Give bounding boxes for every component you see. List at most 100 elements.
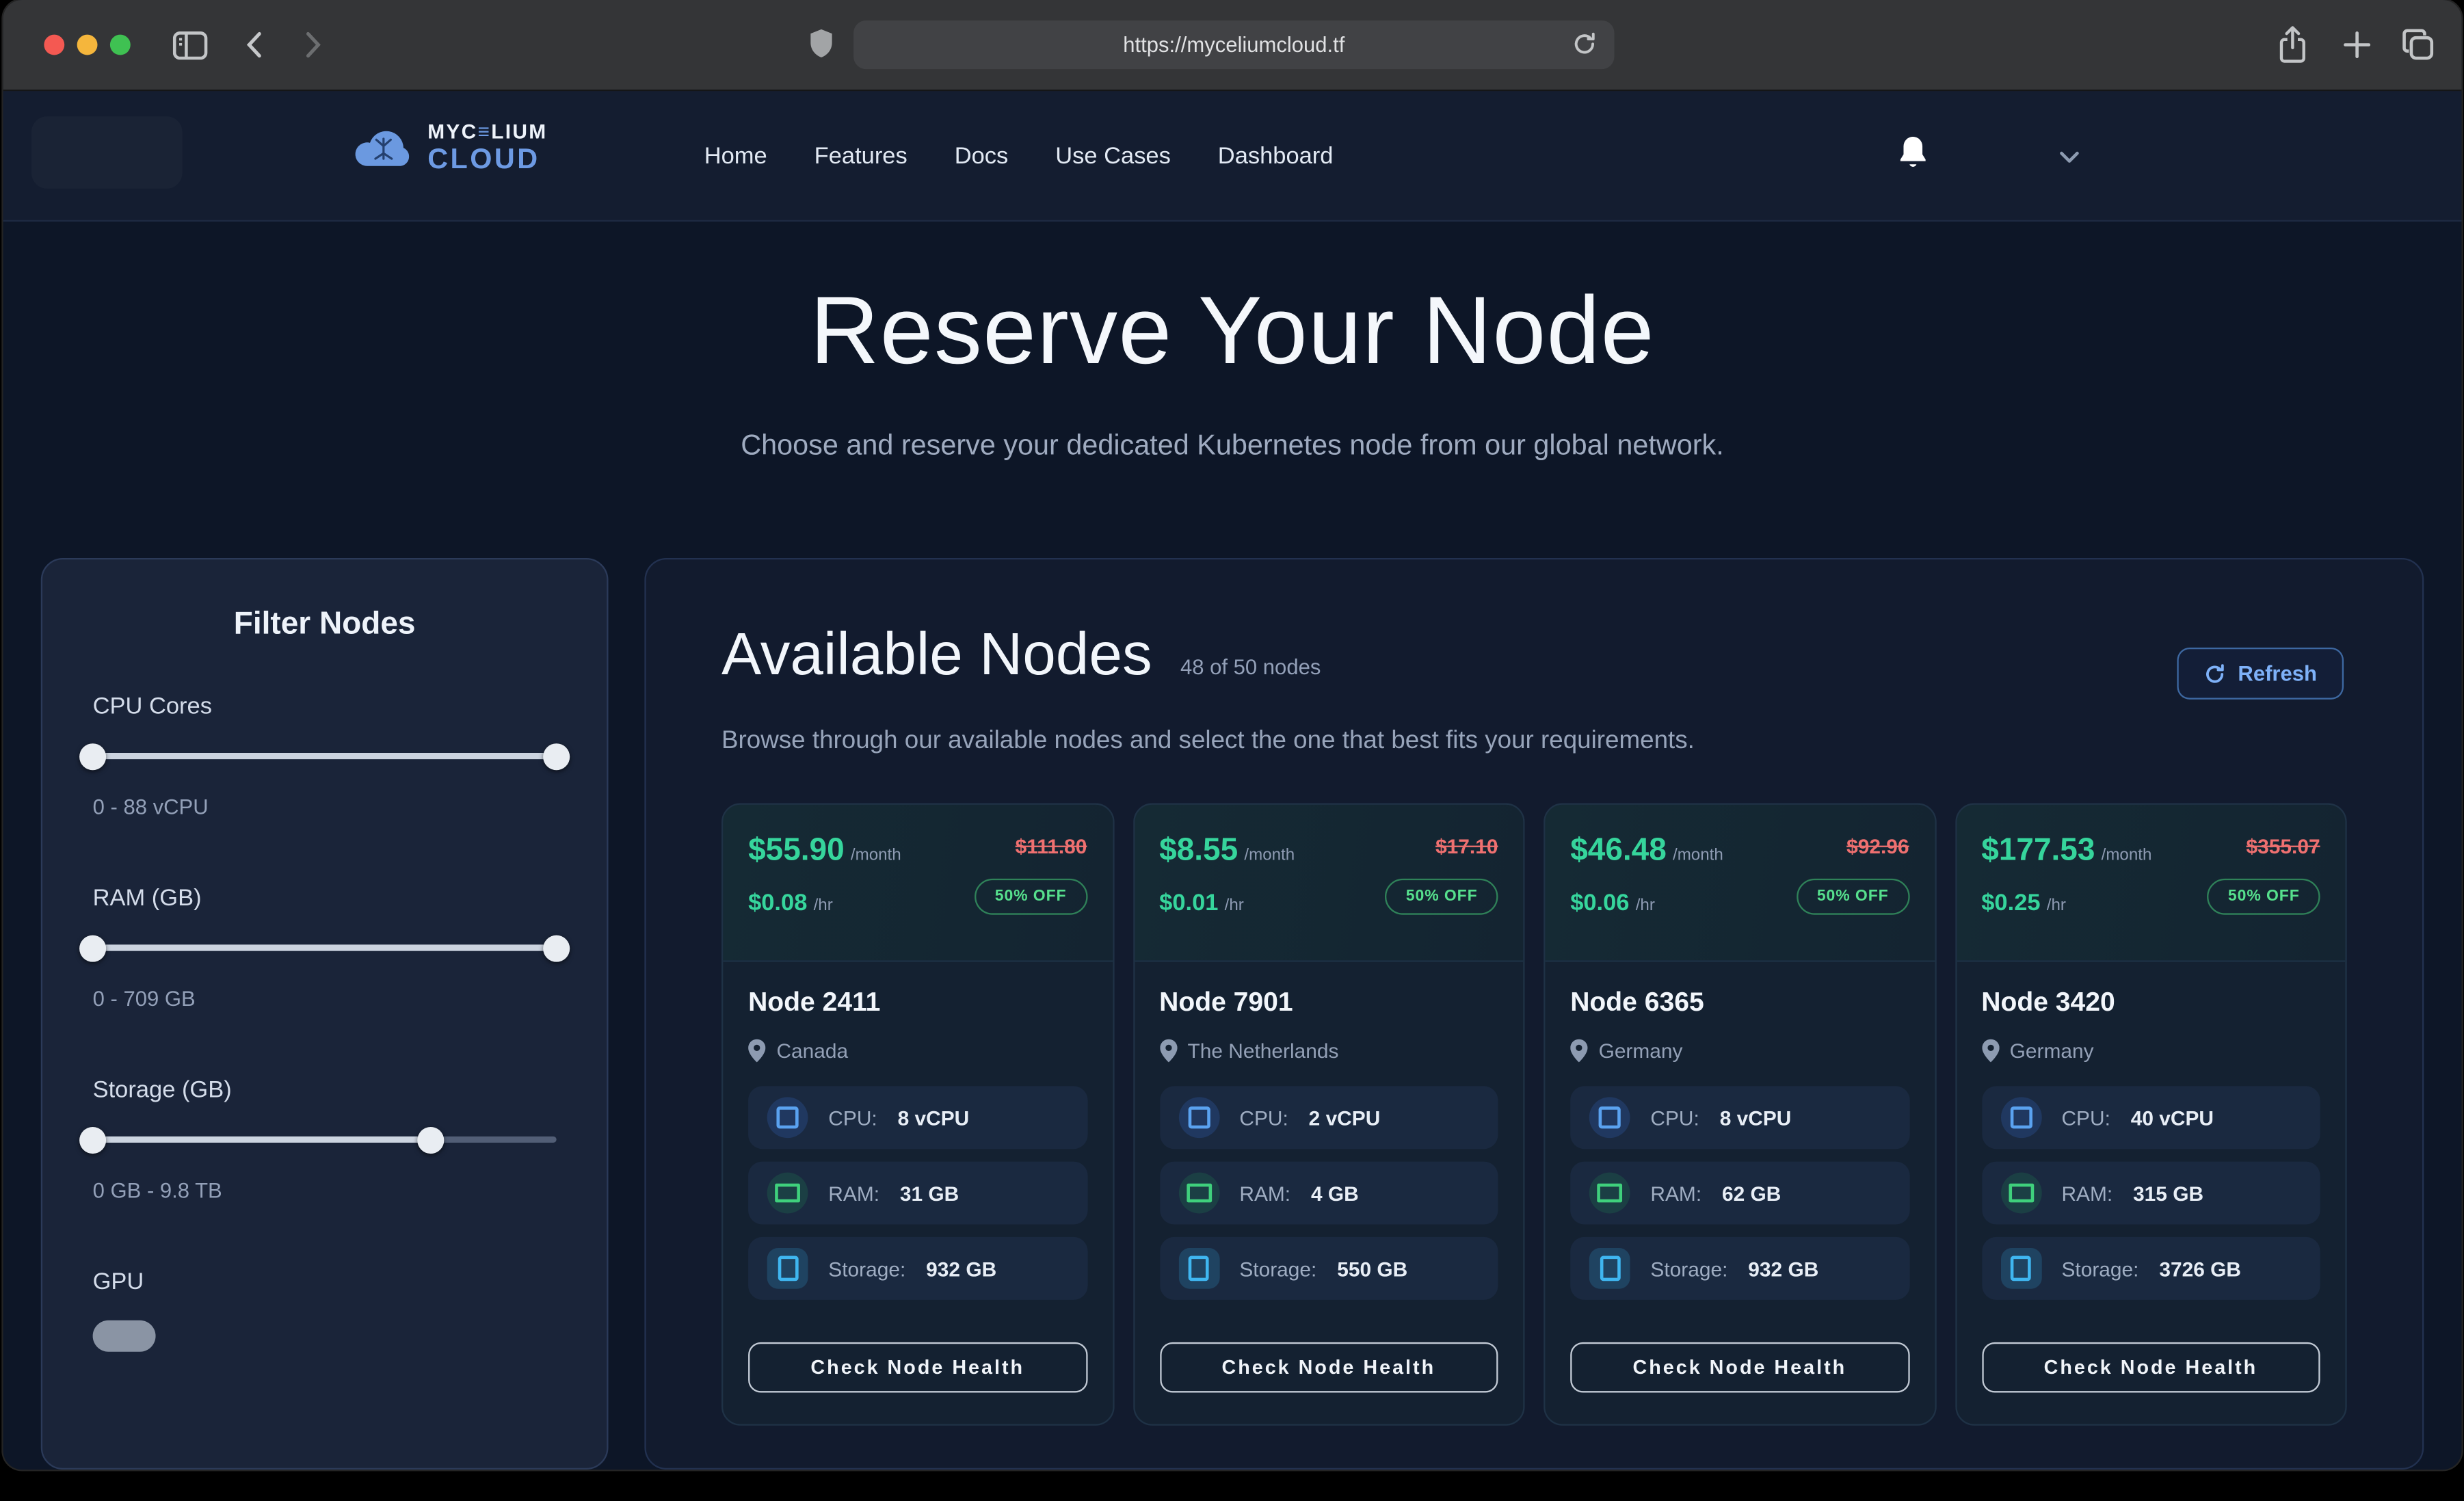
node-card[interactable]: $177.53/month $0.25/hr $355.07 50% OFF N… — [1955, 803, 2346, 1426]
forward-icon[interactable] — [305, 31, 322, 58]
reload-icon[interactable] — [1572, 31, 1598, 57]
page-title: Reserve Your Node — [3, 275, 2462, 385]
sidebar-icon[interactable] — [173, 31, 208, 59]
filter-label: CPU Cores — [93, 693, 557, 720]
available-nodes-panel: Available Nodes 48 of 50 nodes Refresh B… — [644, 558, 2424, 1470]
browser-window: https://myceliumcloud.tf — [3, 0, 2462, 1470]
bell-icon[interactable] — [1899, 137, 1927, 170]
slider-handle-max[interactable] — [543, 743, 570, 770]
check-node-health-button[interactable]: Check Node Health — [1159, 1342, 1498, 1393]
spec-value: 550 GB — [1337, 1257, 1407, 1280]
per-month-label: /month — [851, 846, 901, 865]
node-name: Node 2411 — [748, 987, 1087, 1018]
node-location: The Netherlands — [1159, 1039, 1498, 1062]
spec-label: CPU: — [1239, 1106, 1288, 1129]
price-hour: $0.25 — [1981, 890, 2040, 916]
node-name: Node 7901 — [1159, 987, 1498, 1018]
address-bar[interactable]: https://myceliumcloud.tf — [853, 21, 1614, 69]
share-icon[interactable] — [2278, 25, 2308, 64]
slider-handle-max[interactable] — [418, 1127, 445, 1154]
check-node-health-button[interactable]: Check Node Health — [1981, 1342, 2320, 1393]
storage-icon — [1178, 1248, 1219, 1289]
nav-link-dashboard[interactable]: Dashboard — [1218, 142, 1334, 169]
filter-group: Storage (GB) 0 GB - 9.8 TB — [93, 1076, 557, 1202]
page-subtitle: Choose and reserve your dedicated Kubern… — [3, 429, 2462, 462]
shield-icon[interactable] — [808, 27, 834, 62]
slider-handle-min[interactable] — [79, 1127, 106, 1154]
filter-group: CPU Cores 0 - 88 vCPU — [93, 693, 557, 819]
nav-link-home[interactable]: Home — [704, 142, 767, 169]
spec-row: Storage: 932 GB — [748, 1237, 1087, 1300]
minimize-window-button[interactable] — [77, 35, 98, 55]
new-tab-icon[interactable] — [2344, 31, 2370, 58]
slider-handle-max[interactable] — [543, 935, 570, 962]
spec-value: 31 GB — [900, 1181, 959, 1204]
filter-label: RAM (GB) — [93, 885, 557, 912]
spec-value: 315 GB — [2133, 1181, 2203, 1204]
location-text: Germany — [2010, 1039, 2094, 1062]
back-icon[interactable] — [246, 31, 263, 58]
gpu-toggle[interactable] — [93, 1320, 156, 1352]
slider-handle-min[interactable] — [79, 743, 106, 770]
range-slider[interactable] — [93, 1126, 557, 1154]
user-menu-chevron-down-icon[interactable] — [2059, 151, 2080, 163]
spec-value: 8 vCPU — [898, 1106, 970, 1129]
spec-label: RAM: — [1239, 1181, 1290, 1204]
cpu-icon — [1589, 1097, 1630, 1138]
spec-label: RAM: — [828, 1181, 879, 1204]
spec-row: RAM: 4 GB — [1159, 1162, 1498, 1225]
spec-value: 932 GB — [926, 1257, 996, 1280]
filter-range-text: 0 - 709 GB — [93, 987, 557, 1010]
filter-groups: CPU Cores 0 - 88 vCPU RAM (GB) — [93, 693, 557, 1203]
per-hour-label: /hr — [1225, 896, 1244, 915]
spec-label: Storage: — [828, 1257, 905, 1280]
close-window-button[interactable] — [44, 35, 64, 55]
ram-icon — [1589, 1173, 1630, 1214]
spec-label: RAM: — [1650, 1181, 1701, 1204]
nav-link-docs[interactable]: Docs — [955, 142, 1009, 169]
spec-label: CPU: — [2061, 1106, 2110, 1129]
node-specs: CPU: 8 vCPU RAM: 62 GB Storage: 932 GB — [1570, 1086, 1909, 1300]
refresh-button[interactable]: Refresh — [2177, 648, 2344, 700]
refresh-label: Refresh — [2238, 662, 2317, 685]
price-hour: $0.08 — [748, 890, 807, 916]
range-slider[interactable] — [93, 933, 557, 961]
slider-handle-min[interactable] — [79, 935, 106, 962]
spec-row: CPU: 40 vCPU — [1981, 1086, 2320, 1149]
node-specs: CPU: 8 vCPU RAM: 31 GB Storage: 932 GB — [748, 1086, 1087, 1300]
per-month-label: /month — [2102, 846, 2152, 865]
discount-badge: 50% OFF — [975, 879, 1087, 915]
cpu-icon — [767, 1097, 808, 1138]
nodes-title: Available Nodes — [721, 622, 1152, 690]
node-specs: CPU: 40 vCPU RAM: 315 GB Storage: 3726 G… — [1981, 1086, 2320, 1300]
nodes-subtitle: Browse through our available nodes and s… — [721, 728, 2347, 756]
filter-range-text: 0 GB - 9.8 TB — [93, 1179, 557, 1202]
check-node-health-button[interactable]: Check Node Health — [748, 1342, 1087, 1393]
check-node-health-button[interactable]: Check Node Health — [1570, 1342, 1909, 1393]
nav-link-use-cases[interactable]: Use Cases — [1055, 142, 1171, 169]
node-card-body: Node 7901 The Netherlands CPU: — [1134, 962, 1523, 1424]
discount-badge: 50% OFF — [2208, 879, 2320, 915]
node-card[interactable]: $46.48/month $0.06/hr $92.96 50% OFF Nod… — [1544, 803, 1935, 1426]
per-month-label: /month — [1244, 846, 1295, 865]
price-hour: $0.01 — [1159, 890, 1218, 916]
spec-row: RAM: 31 GB — [748, 1162, 1087, 1225]
zoom-window-button[interactable] — [110, 35, 131, 55]
brand-logo[interactable]: MYC≡LIUM CLOUD — [354, 121, 547, 173]
node-card[interactable]: $8.55/month $0.01/hr $17.10 50% OFF Node… — [1132, 803, 1524, 1426]
range-slider[interactable] — [93, 742, 557, 770]
node-card[interactable]: $55.90/month $0.08/hr $111.80 50% OFF No… — [721, 803, 1113, 1426]
main-content: Filter Nodes CPU Cores 0 - 88 vCPU — [41, 558, 2424, 1470]
node-card-body: Node 2411 Canada CPU: 8 vCPU — [723, 962, 1112, 1424]
tabs-icon[interactable] — [2402, 28, 2435, 61]
filter-label: Storage (GB) — [93, 1076, 557, 1103]
location-pin-icon — [748, 1039, 765, 1062]
storage-icon — [1589, 1248, 1630, 1289]
spec-value: 4 GB — [1311, 1181, 1359, 1204]
original-price: $92.96 — [1846, 835, 1909, 858]
spec-row: CPU: 8 vCPU — [748, 1086, 1087, 1149]
cloud-logo-icon — [354, 126, 413, 168]
refresh-icon — [2203, 663, 2225, 685]
storage-icon — [767, 1248, 808, 1289]
nav-link-features[interactable]: Features — [814, 142, 908, 169]
